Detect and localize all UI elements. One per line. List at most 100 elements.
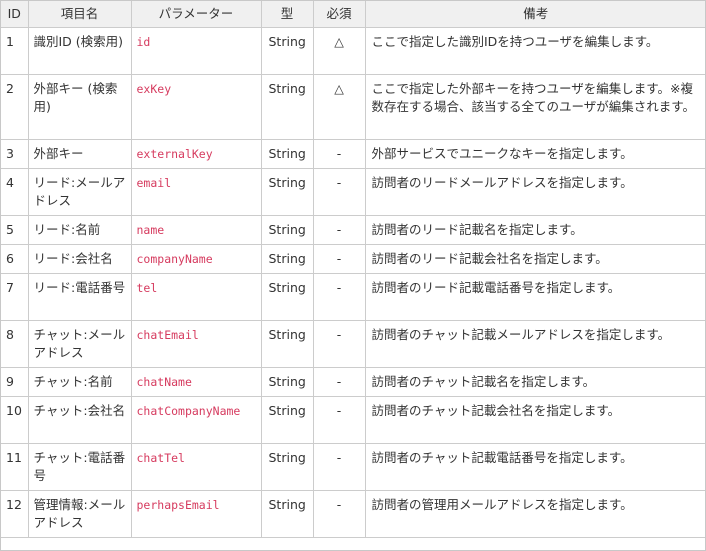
cell-id: 3 <box>1 139 29 169</box>
cell-id: 12 <box>1 490 29 538</box>
cell-note: 訪問者のリード記載電話番号を指定します。 <box>364 273 705 321</box>
cell-type: String <box>260 320 314 368</box>
cell-id: 6 <box>1 244 29 274</box>
param-code: companyName <box>136 252 213 266</box>
param-code: tel <box>136 281 158 295</box>
header-id: ID <box>1 1 29 28</box>
cell-required: - <box>312 490 366 538</box>
header-param: パラメーター <box>130 1 262 28</box>
table-row: 1 識別ID (検索用) id String △ ここで指定した識別IDを持つユ… <box>1 27 705 75</box>
cell-type: String <box>260 168 314 216</box>
param-code: name <box>136 223 165 237</box>
cell-param: tel <box>130 273 262 321</box>
cell-type: String <box>260 490 314 538</box>
table-row: 12 管理情報:メールアドレス perhapsEmail String - 訪問… <box>1 490 705 538</box>
cell-type: String <box>260 74 314 140</box>
cell-note: ここで指定した識別IDを持つユーザを編集します。 <box>364 27 705 75</box>
cell-type: String <box>260 244 314 274</box>
cell-note: ここで指定した外部キーを持つユーザを編集します。※複数存在する場合、該当する全て… <box>364 74 705 140</box>
table-row: 11 チャット:電話番号 chatTel String - 訪問者のチャット記載… <box>1 443 705 491</box>
cell-id: 10 <box>1 396 29 444</box>
parameter-table: ID 項目名 パラメーター 型 必須 備考 1 識別ID (検索用) id St… <box>1 1 705 538</box>
cell-required: △ <box>312 27 366 75</box>
header-name: 項目名 <box>27 1 132 28</box>
cell-note: 訪問者のリード記載名を指定します。 <box>364 215 705 245</box>
cell-name: チャット:会社名 <box>27 396 132 444</box>
cell-required: - <box>312 139 366 169</box>
cell-type: String <box>260 396 314 444</box>
cell-param: companyName <box>130 244 262 274</box>
param-code: id <box>136 35 151 49</box>
cell-type: String <box>260 139 314 169</box>
cell-note: 訪問者のチャット記載メールアドレスを指定します。 <box>364 320 705 368</box>
cell-param: chatCompanyName <box>130 396 262 444</box>
cell-type: String <box>260 215 314 245</box>
table-row: 6 リード:会社名 companyName String - 訪問者のリード記載… <box>1 244 705 274</box>
cell-param: chatTel <box>130 443 262 491</box>
param-code: chatCompanyName <box>136 404 241 418</box>
table-row: 7 リード:電話番号 tel String - 訪問者のリード記載電話番号を指定… <box>1 273 705 321</box>
cell-name: チャット:電話番号 <box>27 443 132 491</box>
cell-param: chatName <box>130 367 262 397</box>
cell-required: - <box>312 244 366 274</box>
cell-note: 訪問者のチャット記載電話番号を指定します。 <box>364 443 705 491</box>
cell-param: externalKey <box>130 139 262 169</box>
cell-id: 8 <box>1 320 29 368</box>
cell-name: 外部キー (検索用) <box>27 74 132 140</box>
cell-required: - <box>312 367 366 397</box>
cell-param: name <box>130 215 262 245</box>
cell-required: - <box>312 396 366 444</box>
param-code: chatName <box>136 375 192 389</box>
param-code: externalKey <box>136 147 213 161</box>
param-code: exKey <box>136 82 172 96</box>
cell-required: - <box>312 168 366 216</box>
cell-param: chatEmail <box>130 320 262 368</box>
param-code: email <box>136 176 172 190</box>
cell-required: - <box>312 443 366 491</box>
cell-name: 識別ID (検索用) <box>27 27 132 75</box>
table-header-row: ID 項目名 パラメーター 型 必須 備考 <box>1 1 705 28</box>
cell-note: 訪問者のチャット記載会社名を指定します。 <box>364 396 705 444</box>
table-row: 10 チャット:会社名 chatCompanyName String - 訪問者… <box>1 396 705 444</box>
cell-param: id <box>130 27 262 75</box>
cell-note: 訪問者の管理用メールアドレスを指定します。 <box>364 490 705 538</box>
cell-required: - <box>312 320 366 368</box>
header-note: 備考 <box>364 1 705 28</box>
table-row: 8 チャット:メールアドレス chatEmail String - 訪問者のチャ… <box>1 320 705 368</box>
table-row: 3 外部キー externalKey String - 外部サービスでユニークな… <box>1 139 705 169</box>
cell-param: email <box>130 168 262 216</box>
cell-note: 訪問者のリードメールアドレスを指定します。 <box>364 168 705 216</box>
cell-name: 管理情報:メールアドレス <box>27 490 132 538</box>
cell-param: exKey <box>130 74 262 140</box>
cell-note: 外部サービスでユニークなキーを指定します。 <box>364 139 705 169</box>
cell-id: 11 <box>1 443 29 491</box>
cell-name: リード:会社名 <box>27 244 132 274</box>
cell-name: チャット:メールアドレス <box>27 320 132 368</box>
param-code: perhapsEmail <box>136 498 220 512</box>
cell-id: 7 <box>1 273 29 321</box>
cell-id: 5 <box>1 215 29 245</box>
cell-id: 2 <box>1 74 29 140</box>
header-type: 型 <box>260 1 314 28</box>
table-row: 5 リード:名前 name String - 訪問者のリード記載名を指定します。 <box>1 215 705 245</box>
table-row: 9 チャット:名前 chatName String - 訪問者のチャット記載名を… <box>1 367 705 397</box>
cell-note: 訪問者のリード記載会社名を指定します。 <box>364 244 705 274</box>
cell-name: チャット:名前 <box>27 367 132 397</box>
cell-required: △ <box>312 74 366 140</box>
cell-note: 訪問者のチャット記載名を指定します。 <box>364 367 705 397</box>
cell-type: String <box>260 443 314 491</box>
cell-required: - <box>312 215 366 245</box>
cell-name: リード:名前 <box>27 215 132 245</box>
table-row: 4 リード:メールアドレス email String - 訪問者のリードメールア… <box>1 168 705 216</box>
cell-type: String <box>260 273 314 321</box>
header-required: 必須 <box>312 1 366 28</box>
cell-param: perhapsEmail <box>130 490 262 538</box>
cell-id: 1 <box>1 27 29 75</box>
param-code: chatEmail <box>136 328 199 342</box>
cell-name: リード:メールアドレス <box>27 168 132 216</box>
cell-type: String <box>260 27 314 75</box>
parameter-table-container: ID 項目名 パラメーター 型 必須 備考 1 識別ID (検索用) id St… <box>0 0 706 551</box>
cell-id: 4 <box>1 168 29 216</box>
cell-name: 外部キー <box>27 139 132 169</box>
cell-id: 9 <box>1 367 29 397</box>
